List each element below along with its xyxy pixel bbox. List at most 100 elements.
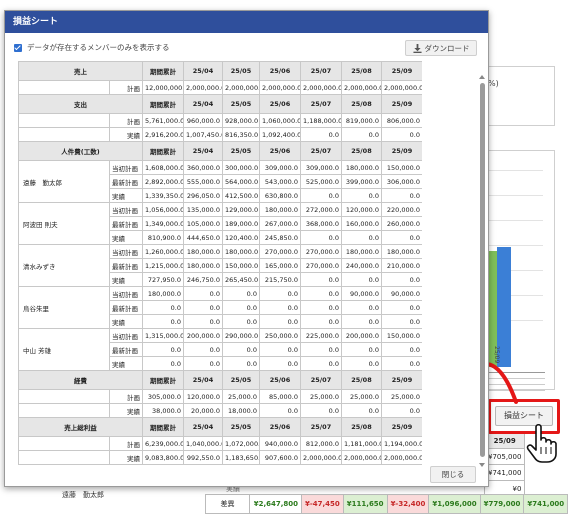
- download-icon: [412, 43, 422, 53]
- scroll-down-icon[interactable]: [479, 463, 485, 467]
- column-header: 25/06: [259, 417, 301, 437]
- difference-value: ¥741,000: [523, 494, 569, 514]
- difference-label: 差異: [205, 494, 250, 514]
- value-cell: 38,000.0: [142, 403, 184, 418]
- vertical-scrollbar[interactable]: [478, 73, 487, 469]
- table-row: 計画 305,000.0 120,000.0 25,000.0 85,000.0 25,0…: [18, 389, 422, 404]
- column-header: 期間累計: [142, 141, 184, 161]
- value-cell: 189,000.0: [222, 216, 260, 231]
- section-header-row: 人件費(工数) 期間累計 25/04 25/05 25/06 25/07 25/08 25/0…: [18, 141, 422, 161]
- value-cell: 6,239,000.0: [142, 436, 184, 451]
- value-cell: 120,000.0: [341, 202, 382, 217]
- column-header: 25/08: [341, 370, 382, 390]
- value-cell: 0.0: [142, 300, 184, 315]
- value-cell: 555,000.0: [183, 174, 223, 189]
- download-button[interactable]: ダウンロード: [405, 40, 477, 56]
- value-cell: 0.0: [300, 272, 342, 287]
- row-spacer: [18, 450, 110, 465]
- value-cell: 265,450.0: [222, 272, 260, 287]
- value-cell: 105,000.0: [183, 216, 223, 231]
- row-label: 計画: [109, 113, 143, 128]
- column-header: 25/04: [183, 61, 223, 81]
- column-header: 25/07: [300, 141, 342, 161]
- row-label: 実績: [109, 230, 143, 245]
- row-spacer: [18, 80, 110, 95]
- value-cell: 630,800.0: [259, 188, 301, 203]
- value-cell: 1,183,650.0: [222, 450, 260, 465]
- row-label: 最新計画: [109, 174, 143, 189]
- section-title: 経費: [18, 370, 143, 390]
- value-cell: 543,000.0: [259, 174, 301, 189]
- value-cell: 928,000.0: [222, 113, 260, 128]
- row-label: 実績: [109, 314, 143, 329]
- value-cell: 992,550.0: [183, 450, 223, 465]
- dialog-title: 損益シート: [5, 11, 488, 33]
- month-value: ¥705,000: [483, 448, 526, 465]
- value-cell: 0.0: [183, 342, 223, 357]
- value-cell: 1,260,000.0: [142, 244, 184, 259]
- value-cell: 0.0: [300, 230, 342, 245]
- value-cell: 1,349,000.0: [142, 216, 184, 231]
- value-cell: 240,000.0: [341, 258, 382, 273]
- column-header: 25/05: [222, 141, 260, 161]
- value-cell: 0.0: [381, 127, 422, 142]
- value-cell: 0.0: [222, 300, 260, 315]
- column-header: 期間累計: [142, 417, 184, 437]
- value-cell: 5,761,000.0: [142, 113, 184, 128]
- value-cell: 2,000,000.0: [300, 450, 342, 465]
- table-row: 計画6,239,000.01,040,000.01,072,000.0940,0…: [18, 436, 422, 451]
- value-cell: 180,000.0: [341, 160, 382, 175]
- difference-row: 差異 ¥2,647,800 ¥-47,450 ¥111,650 ¥-32,400…: [205, 494, 569, 514]
- member-filter-checkbox[interactable]: データが存在するメンバーのみを表示する: [14, 42, 170, 53]
- table-row: 中山 芳雄 当初計画 1,315,000.0 200,000.0 290,000.0 25…: [18, 328, 422, 371]
- row-spacer: [18, 113, 110, 128]
- value-cell: 960,000.0: [183, 113, 223, 128]
- scrollbar-thumb[interactable]: [480, 83, 485, 457]
- value-cell: 0.0: [341, 342, 382, 357]
- value-cell: 0.0: [142, 314, 184, 329]
- value-cell: 150,000.0: [222, 258, 260, 273]
- column-header: 25/09: [381, 370, 422, 390]
- section-title: 売上総利益: [18, 417, 143, 437]
- value-cell: 220,000.0: [381, 202, 422, 217]
- row-label: 最新計画: [109, 258, 143, 273]
- value-cell: 1,056,000.0: [142, 202, 184, 217]
- value-cell: 1,188,000.0: [300, 113, 342, 128]
- value-cell: 25,000.0: [222, 389, 260, 404]
- row-label: 実績: [109, 127, 143, 142]
- table-row: 阿波田 則夫 当初計画 1,056,000.0 135,000.0 129,000.0 1…: [18, 202, 422, 245]
- value-cell: 180,000.0: [222, 244, 260, 259]
- value-cell: 180,000.0: [259, 202, 301, 217]
- value-cell: 135,000.0: [183, 202, 223, 217]
- value-cell: 819,000.0: [341, 113, 382, 128]
- row-label: 最新計画: [109, 342, 143, 357]
- value-cell: 2,000,000.0: [300, 80, 342, 95]
- value-cell: 0.0: [341, 127, 382, 142]
- column-header: 25/09: [381, 141, 422, 161]
- value-cell: 727,950.0: [142, 272, 184, 287]
- value-cell: 25,000.0: [381, 389, 422, 404]
- section-title: 支出: [18, 94, 143, 114]
- value-cell: 270,000.0: [300, 258, 342, 273]
- value-cell: 444,650.0: [183, 230, 223, 245]
- row-label: 当初計画: [109, 160, 143, 175]
- background-member-name: 遠藤 勤太郎: [62, 491, 104, 499]
- value-cell: 2,000,000.0: [222, 80, 260, 95]
- value-cell: 0.0: [341, 403, 382, 418]
- value-cell: 150,000.0: [381, 160, 422, 175]
- section-title: 売上: [18, 61, 143, 81]
- value-cell: 0.0: [259, 314, 301, 329]
- value-cell: 907,600.0: [259, 450, 301, 465]
- column-header: 25/09: [381, 61, 422, 81]
- member-name: 中山 芳雄: [18, 328, 110, 371]
- value-cell: 0.0: [341, 272, 382, 287]
- close-button[interactable]: 閉じる: [430, 466, 476, 483]
- value-cell: 90,000.0: [341, 286, 382, 301]
- value-cell: 806,000.0: [381, 113, 422, 128]
- scroll-up-icon[interactable]: [479, 75, 485, 79]
- table-row: 清水みずき 当初計画 1,260,000.0 180,000.0 180,000.0 27…: [18, 244, 422, 287]
- value-cell: 0.0: [381, 314, 422, 329]
- checkbox-checked-icon[interactable]: [14, 43, 22, 52]
- column-header: 25/08: [341, 141, 382, 161]
- column-header: 25/09: [381, 94, 422, 114]
